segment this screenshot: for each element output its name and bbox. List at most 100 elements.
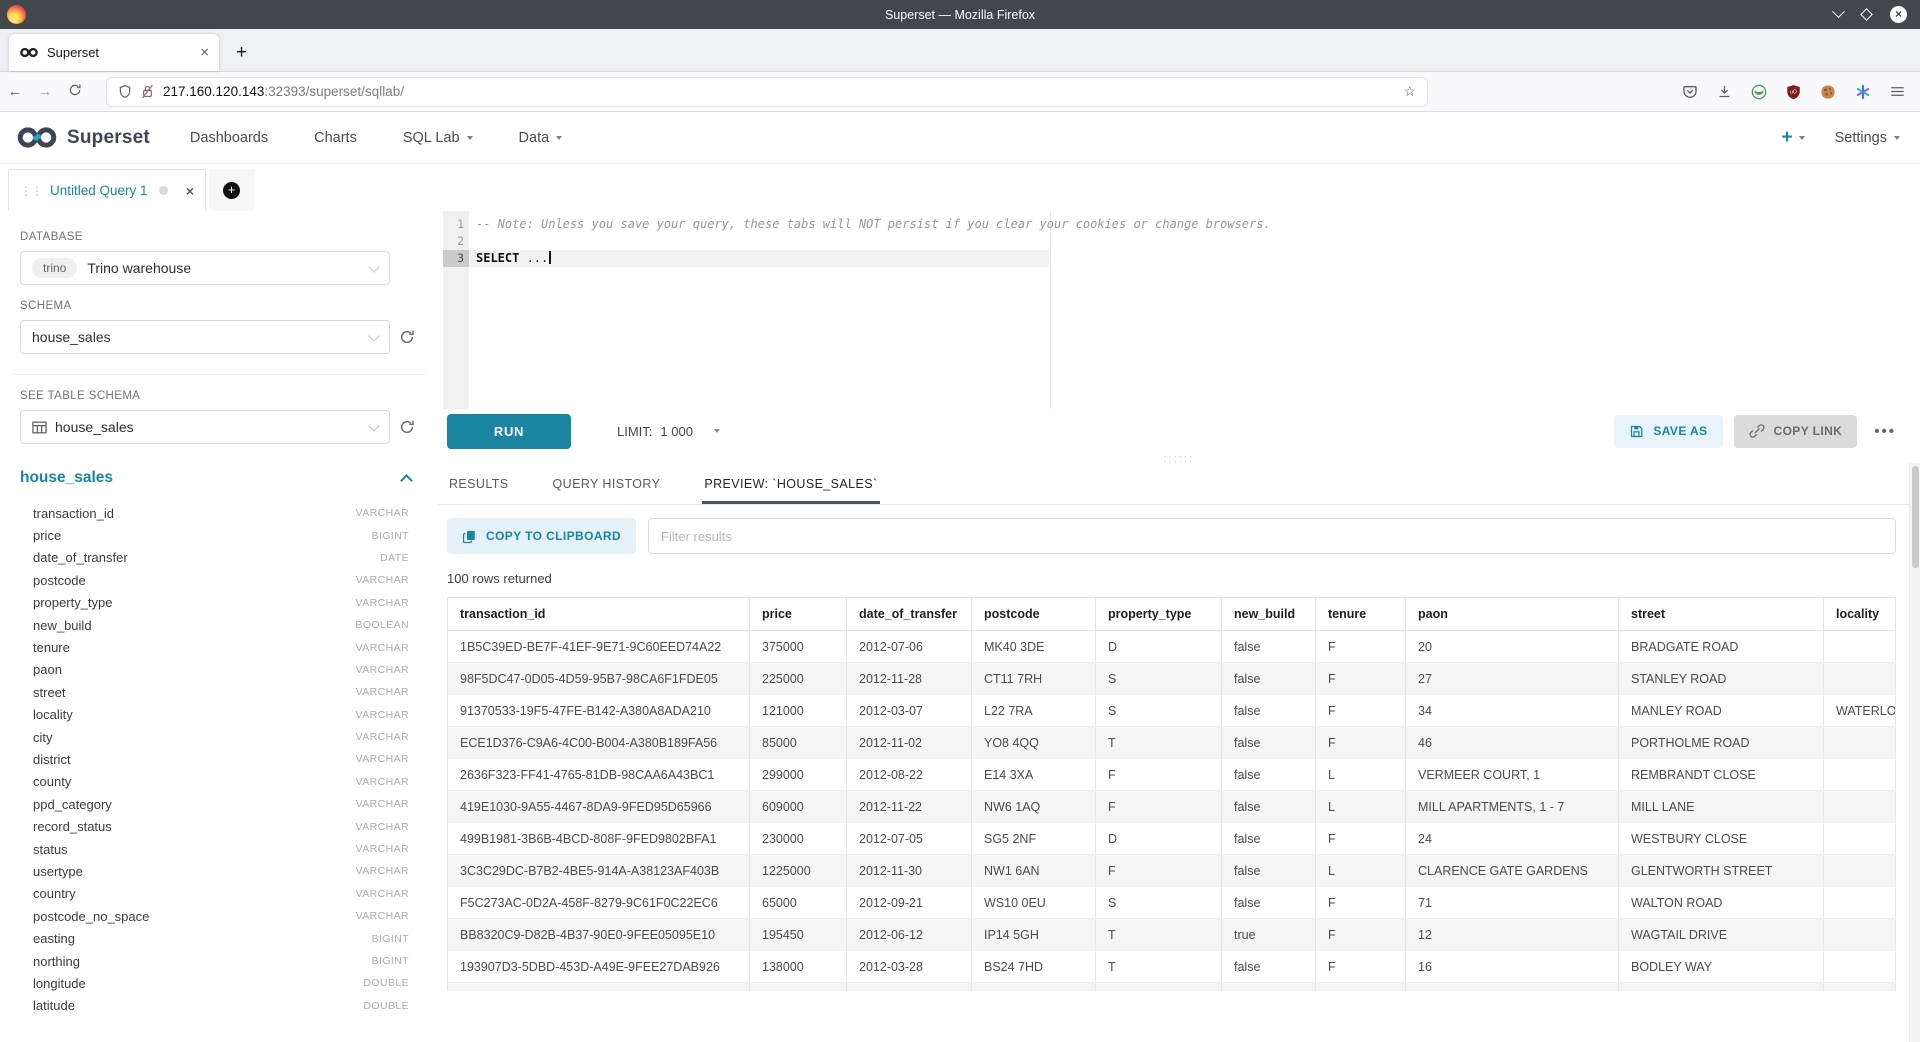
table-row[interactable]: 98F5DC47-0D05-4D59-95B7-98CA6F1FDE05 225… [448,663,1896,695]
refresh-table-icon[interactable] [399,419,415,435]
privacy-extension-icon[interactable] [1751,84,1767,100]
refresh-schema-icon[interactable] [399,329,415,345]
column-name: street [33,685,66,700]
column-header[interactable]: date_of_transfer [847,598,972,631]
cookie-extension-icon[interactable] [1820,84,1836,100]
nav-item-sql-lab[interactable]: SQL Lab [403,130,473,146]
cell-street: CARISBROOK AVENUE [1619,983,1824,992]
drag-handle-icon[interactable]: ⋮⋮ [20,184,42,198]
brand-name: Superset [67,127,150,149]
cell-new-build: false [1222,887,1316,919]
results-scrollbar[interactable] [1909,463,1920,1042]
column-header[interactable]: price [750,598,847,631]
table-row[interactable]: 499B1981-3B6B-4BCD-808F-9FED9802BFA1 230… [448,823,1896,855]
settings-menu[interactable]: Settings [1835,130,1900,146]
insecure-lock-icon[interactable] [141,84,154,99]
column-header[interactable]: tenure [1316,598,1406,631]
column-header[interactable]: property_type [1096,598,1222,631]
nav-item-dashboards[interactable]: Dashboards [190,130,268,146]
copy-link-button[interactable]: COPY LINK [1734,415,1858,448]
table-row[interactable]: 419E1030-9A55-4467-8DA9-9FED95D65966 609… [448,791,1896,823]
cell-property-type: F [1096,855,1222,887]
query-tab-close-icon[interactable]: × [186,183,194,199]
more-actions-button[interactable]: ••• [1874,423,1896,440]
table-row[interactable]: 91370533-19F5-47FE-B142-A380A8ADA210 121… [448,695,1896,727]
window-maximize-icon[interactable] [1860,8,1873,21]
results-tab[interactable]: QUERY HISTORY [551,467,663,504]
chevron-down-icon [368,330,379,341]
column-header[interactable]: transaction_id [448,598,750,631]
sql-keyword: SELECT [476,251,519,265]
column-type: VARCHAR [356,843,409,855]
table-select[interactable]: house_sales [20,410,390,444]
pocket-icon[interactable] [1682,84,1698,100]
limit-dropdown[interactable]: LIMIT: 1 000 [617,424,720,439]
cell-price: 1225000 [750,855,847,887]
database-select[interactable]: trino Trino warehouse [20,251,390,285]
cell-locality [1824,951,1896,983]
cell-postcode: M45 6UP [972,983,1096,992]
table-row[interactable]: BB8320C9-D82B-4B37-90E0-9FEE05095E10 195… [448,919,1896,951]
table-body: 1B5C39ED-BE7F-41EF-9E71-9C60EED74A22 375… [448,631,1896,992]
cell-new-build: false [1222,759,1316,791]
url-bar[interactable]: 217.160.120.143:32393/superset/sqllab/ ☆ [106,77,1428,107]
tab-close-icon[interactable]: × [200,44,209,61]
table-row[interactable]: 193907D3-5DBD-453D-A49E-9FEE27DAB926 138… [448,951,1896,983]
cell-paon: CLARENCE GATE GARDENS [1406,855,1619,887]
copy-to-clipboard-button[interactable]: COPY TO CLIPBOARD [447,518,636,554]
new-tab-button[interactable]: + [236,43,247,62]
query-tab[interactable]: ⋮⋮ Untitled Query 1 × [8,169,206,211]
superset-logo[interactable]: Superset [14,126,150,149]
nav-item-data[interactable]: Data [519,130,563,146]
window-close-icon[interactable]: × [1890,6,1907,23]
ublock-icon[interactable]: uO [1786,84,1801,100]
run-button[interactable]: RUN [447,414,571,449]
table-heading-row[interactable]: house_sales [20,469,415,487]
sql-pane: 1 -- Note: Unless you save your query, t… [437,211,1920,1042]
column-header[interactable]: locality [1824,598,1896,631]
column-header[interactable]: street [1619,598,1824,631]
shield-icon[interactable] [118,84,132,99]
table-row[interactable]: 1B5C39ED-BE7F-41EF-9E71-9C60EED74A22 375… [448,631,1896,663]
downloads-icon[interactable] [1717,84,1732,99]
results-tab[interactable]: PREVIEW: `HOUSE_SALES` [702,467,879,504]
window-minimize-icon[interactable] [1832,5,1845,18]
column-list-item: paon VARCHAR [20,659,415,681]
filter-results-input[interactable] [648,518,1896,554]
table-row[interactable]: EB1459EB-67ED-47C8-B2E7-A38143AB5575 119… [448,983,1896,992]
limit-label: LIMIT: [617,424,652,439]
browser-tab[interactable]: Superset × [9,34,219,71]
save-as-button[interactable]: SAVE AS [1614,415,1722,448]
column-type: VARCHAR [356,642,409,654]
table-row[interactable]: 2636F323-FF41-4765-81DB-98CAA6A43BC1 299… [448,759,1896,791]
results-tab[interactable]: RESULTS [447,467,511,504]
sql-editor[interactable]: 1 -- Note: Unless you save your query, t… [437,211,1920,409]
add-query-tab-button[interactable]: + [209,169,254,211]
forward-icon[interactable]: → [30,83,60,100]
add-new-button[interactable]: + [1781,128,1804,147]
chevron-up-icon[interactable] [400,474,413,487]
pane-resize-handle[interactable]: ············ [437,453,1920,467]
cell-street: MILL LANE [1619,791,1824,823]
column-header[interactable]: postcode [972,598,1096,631]
cell-paon: 46 [1406,727,1619,759]
table-row[interactable]: 3C3C29DC-B7B2-4BE5-914A-A38123AF403B 122… [448,855,1896,887]
table-row[interactable]: ECE1D376-C9A6-4C00-B004-A380B189FA56 850… [448,727,1896,759]
cell-locality [1824,855,1896,887]
schema-select[interactable]: house_sales [20,320,390,354]
column-header[interactable]: paon [1406,598,1619,631]
cell-paon: 20 [1406,631,1619,663]
scrollbar-thumb[interactable] [1912,466,1919,568]
menu-hamburger-icon[interactable] [1890,85,1905,98]
back-icon[interactable]: ← [0,83,30,100]
nav-item-charts[interactable]: Charts [314,130,357,146]
column-list-item: new_build BOOLEAN [20,614,415,636]
bookmark-star-icon[interactable]: ☆ [1403,83,1416,100]
reload-icon[interactable] [60,83,90,101]
column-header[interactable]: new_build [1222,598,1316,631]
table-header-row: transaction_idpricedate_of_transferpostc… [448,598,1896,631]
table-row[interactable]: F5C273AC-0D2A-458F-8279-9C61F0C22EC6 650… [448,887,1896,919]
asterisk-extension-icon[interactable] [1855,84,1871,100]
cell-price: 119000 [750,983,847,992]
cell-price: 65000 [750,887,847,919]
